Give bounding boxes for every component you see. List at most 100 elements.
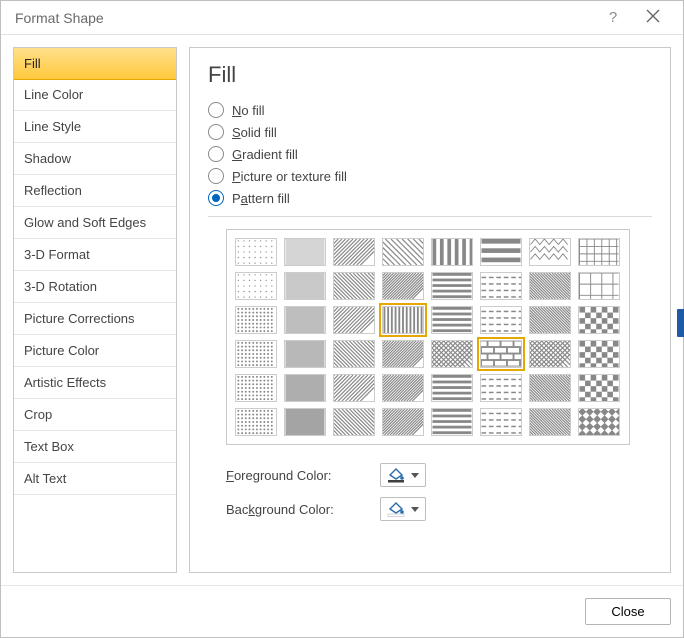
color-pickers: Foreground Color: Background Color: bbox=[226, 463, 652, 521]
radio-indicator bbox=[208, 124, 224, 140]
radio-label: Solid fill bbox=[232, 125, 277, 140]
window-close-button[interactable] bbox=[633, 9, 673, 27]
pattern-swatch-pct60[interactable] bbox=[284, 340, 326, 368]
category-sidebar: FillLine ColorLine StyleShadowReflection… bbox=[13, 47, 177, 573]
sidebar-item-picture-corrections[interactable]: Picture Corrections bbox=[14, 303, 176, 335]
pattern-swatch-narVert[interactable] bbox=[382, 306, 424, 334]
pattern-grid bbox=[235, 238, 621, 436]
pattern-swatch-pct90[interactable] bbox=[284, 408, 326, 436]
pattern-swatch-outlined[interactable] bbox=[529, 408, 571, 436]
sidebar-item-glow-and-soft-edges[interactable]: Glow and Soft Edges bbox=[14, 207, 176, 239]
radio-gradient-fill[interactable]: Gradient fill bbox=[208, 146, 652, 162]
dialog-footer: Close bbox=[1, 585, 683, 637]
pattern-swatch-zigZag[interactable] bbox=[529, 272, 571, 300]
pattern-swatch-pct50[interactable] bbox=[235, 340, 277, 368]
background-color-row: Background Color: bbox=[226, 497, 652, 521]
background-color-button[interactable] bbox=[380, 497, 426, 521]
sidebar-item-artistic-effects[interactable]: Artistic Effects bbox=[14, 367, 176, 399]
chevron-down-icon bbox=[411, 507, 419, 512]
pattern-swatch-smCheck[interactable] bbox=[431, 408, 473, 436]
window-title: Format Shape bbox=[15, 10, 593, 26]
pattern-swatch-pct10[interactable] bbox=[284, 238, 326, 266]
dialog-body: FillLine ColorLine StyleShadowReflection… bbox=[1, 35, 683, 585]
divider bbox=[208, 216, 652, 217]
pattern-swatch-pct5[interactable] bbox=[235, 238, 277, 266]
radio-indicator bbox=[208, 190, 224, 206]
pattern-swatch-lgCheck[interactable] bbox=[480, 408, 522, 436]
pattern-swatch-dkDnDiag[interactable] bbox=[529, 238, 571, 266]
radio-label: Picture or texture fill bbox=[232, 169, 347, 184]
pattern-swatch-trellis[interactable] bbox=[529, 374, 571, 402]
help-button[interactable]: ? bbox=[593, 9, 633, 26]
chevron-down-icon bbox=[411, 473, 419, 478]
pattern-swatch-divot[interactable] bbox=[578, 340, 620, 368]
pattern-swatch-ltHoriz[interactable] bbox=[480, 238, 522, 266]
pattern-swatch-ltDnDiag[interactable] bbox=[333, 238, 375, 266]
pattern-swatch-smGrid[interactable] bbox=[578, 306, 620, 334]
sidebar-item-line-color[interactable]: Line Color bbox=[14, 79, 176, 111]
fill-type-options: No fill Solid fill Gradient fill Picture or… bbox=[208, 102, 652, 206]
radio-indicator bbox=[208, 168, 224, 184]
fill-panel: Fill No fillSolid fillGradient fillPictu… bbox=[189, 47, 671, 573]
sidebar-item-text-box[interactable]: Text Box bbox=[14, 431, 176, 463]
pattern-swatch-dashGap[interactable] bbox=[480, 306, 522, 334]
radio-indicator bbox=[208, 102, 224, 118]
sidebar-item-shadow[interactable]: Shadow bbox=[14, 143, 176, 175]
foreground-color-button[interactable] bbox=[380, 463, 426, 487]
pattern-swatch-lgConfetti[interactable] bbox=[529, 306, 571, 334]
pattern-swatch-weave[interactable] bbox=[529, 340, 571, 368]
pattern-swatch-pct30[interactable] bbox=[235, 306, 277, 334]
sidebar-item-3-d-format[interactable]: 3-D Format bbox=[14, 239, 176, 271]
pattern-swatch-ltUpDiag[interactable] bbox=[382, 238, 424, 266]
sidebar-item-reflection[interactable]: Reflection bbox=[14, 175, 176, 207]
pattern-swatch-solidDiamond[interactable] bbox=[578, 408, 620, 436]
pattern-swatch-dkDnDiag2[interactable] bbox=[333, 374, 375, 402]
pattern-swatch-wdDnDiag[interactable] bbox=[333, 306, 375, 334]
pattern-swatch-pct25[interactable] bbox=[284, 272, 326, 300]
pattern-swatch-sphere[interactable] bbox=[578, 374, 620, 402]
sidebar-item-crop[interactable]: Crop bbox=[14, 399, 176, 431]
close-icon bbox=[646, 9, 660, 23]
pattern-swatch-dashUpDiag[interactable] bbox=[382, 272, 424, 300]
radio-pattern-fill[interactable]: Pattern fill bbox=[208, 190, 652, 206]
pattern-swatch-diagCross[interactable] bbox=[382, 340, 424, 368]
radio-solid-fill[interactable]: Solid fill bbox=[208, 124, 652, 140]
sidebar-item-alt-text[interactable]: Alt Text bbox=[14, 463, 176, 495]
background-color-label: Background Color: bbox=[226, 502, 366, 517]
pattern-swatch-dnDiag[interactable] bbox=[333, 408, 375, 436]
pattern-swatch-dashVert[interactable] bbox=[431, 272, 473, 300]
sidebar-item-picture-color[interactable]: Picture Color bbox=[14, 335, 176, 367]
pattern-swatch-pct70[interactable] bbox=[235, 374, 277, 402]
pattern-swatch-narHoriz[interactable] bbox=[431, 306, 473, 334]
pattern-swatch-shingle[interactable] bbox=[480, 374, 522, 402]
pattern-swatch-ltVert[interactable] bbox=[431, 238, 473, 266]
radio-indicator bbox=[208, 146, 224, 162]
pattern-swatch-pct20[interactable] bbox=[235, 272, 277, 300]
close-button[interactable]: Close bbox=[585, 598, 671, 625]
foreground-color-label: Foreground Color: bbox=[226, 468, 366, 483]
paint-bucket-icon bbox=[387, 467, 405, 483]
pattern-swatch-dashHoriz[interactable] bbox=[480, 272, 522, 300]
pattern-swatch-pct75[interactable] bbox=[284, 374, 326, 402]
pattern-swatch-upDiag[interactable] bbox=[382, 408, 424, 436]
radio-no-fill[interactable]: No fill bbox=[208, 102, 652, 118]
radio-picture-or-texture-fill[interactable]: Picture or texture fill bbox=[208, 168, 652, 184]
sidebar-item-fill[interactable]: Fill bbox=[13, 47, 177, 80]
pattern-swatch-wdUpDiag[interactable] bbox=[333, 340, 375, 368]
sidebar-item-3-d-rotation[interactable]: 3-D Rotation bbox=[14, 271, 176, 303]
pattern-swatch-pct80[interactable] bbox=[235, 408, 277, 436]
pattern-swatch-dashDnDiag[interactable] bbox=[333, 272, 375, 300]
background-accent-stub bbox=[677, 309, 684, 337]
radio-label: No fill bbox=[232, 103, 265, 118]
pattern-swatch-pct40[interactable] bbox=[284, 306, 326, 334]
radio-label: Pattern fill bbox=[232, 191, 290, 206]
pattern-swatch-wave[interactable] bbox=[578, 272, 620, 300]
foreground-color-row: Foreground Color: bbox=[226, 463, 652, 487]
sidebar-item-line-style[interactable]: Line Style bbox=[14, 111, 176, 143]
pattern-swatch-dkUpDiag[interactable] bbox=[578, 238, 620, 266]
pattern-swatch-dkVert[interactable] bbox=[382, 374, 424, 402]
pattern-swatch-brick[interactable] bbox=[480, 340, 522, 368]
pattern-swatch-horizCross[interactable] bbox=[431, 340, 473, 368]
radio-label: Gradient fill bbox=[232, 147, 298, 162]
pattern-swatch-dkHoriz[interactable] bbox=[431, 374, 473, 402]
